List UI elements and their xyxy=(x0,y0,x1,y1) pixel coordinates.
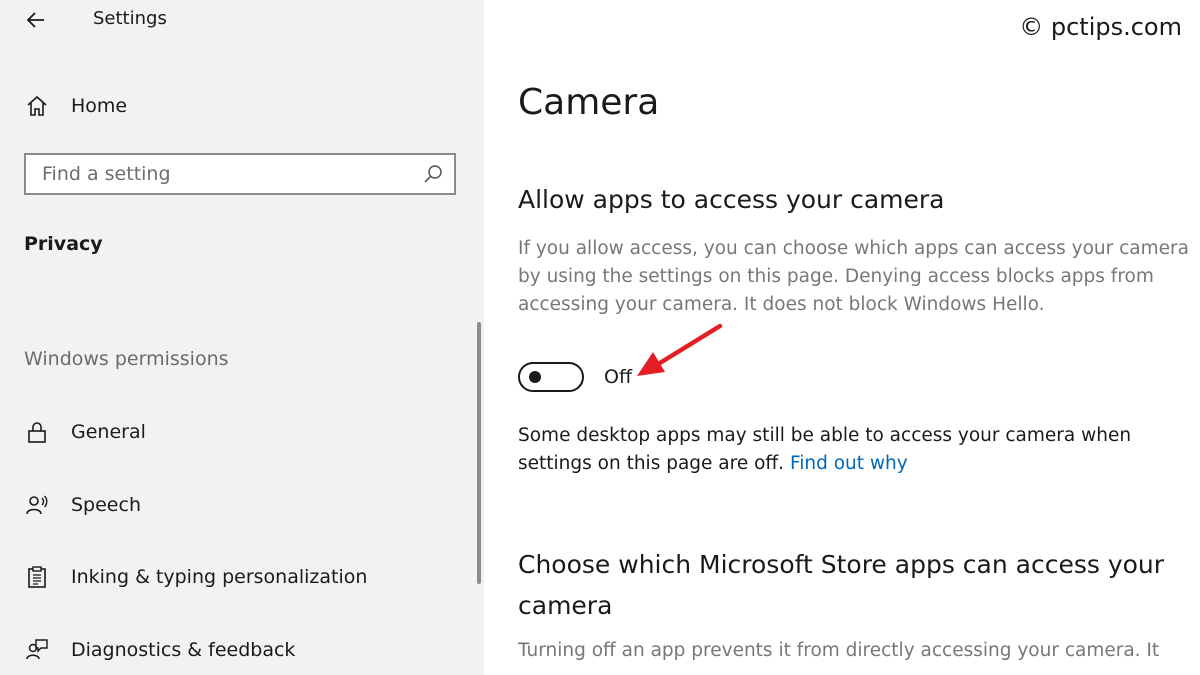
store-apps-heading: Choose which Microsoft Store apps can ac… xyxy=(518,550,1165,620)
clipboard-icon xyxy=(24,564,50,590)
sidebar-item-diagnostics[interactable]: Diagnostics & feedback xyxy=(0,628,470,672)
sidebar-item-general[interactable]: General xyxy=(0,410,470,454)
sidebar-item-label: Inking & typing personalization xyxy=(71,566,368,588)
allow-access-heading: Allow apps to access your camera xyxy=(518,185,945,214)
sidebar: Settings Home Privacy Windows permission… xyxy=(0,0,484,675)
sidebar-item-home[interactable]: Home xyxy=(0,84,470,128)
sidebar-item-label: Diagnostics & feedback xyxy=(71,639,296,661)
page-title: Camera xyxy=(518,82,660,123)
search-icon[interactable] xyxy=(422,163,444,185)
sidebar-scrollbar[interactable] xyxy=(477,322,481,584)
sidebar-item-label: General xyxy=(71,421,146,443)
red-arrow-annotation-icon xyxy=(637,323,723,376)
search-input[interactable] xyxy=(26,155,432,193)
window-title: Settings xyxy=(93,8,167,29)
group-heading: Windows permissions xyxy=(24,348,229,370)
sidebar-item-speech[interactable]: Speech xyxy=(0,483,470,527)
speech-icon xyxy=(24,492,50,518)
sidebar-item-label: Speech xyxy=(71,494,141,516)
toggle-knob xyxy=(529,371,541,383)
camera-access-toggle[interactable] xyxy=(518,362,584,392)
store-apps-description: Turning off an app prevents it from dire… xyxy=(518,640,1160,661)
sidebar-item-inking-typing[interactable]: Inking & typing personalization xyxy=(0,555,470,599)
lock-icon xyxy=(24,419,50,445)
allow-access-description: If you allow access, you can choose whic… xyxy=(518,238,1189,315)
find-out-why-link[interactable]: Find out why xyxy=(790,453,908,474)
search-box[interactable] xyxy=(24,153,456,195)
feedback-icon xyxy=(24,637,50,663)
section-title: Privacy xyxy=(24,233,103,255)
back-arrow-icon[interactable] xyxy=(22,6,50,34)
home-icon xyxy=(24,93,50,119)
watermark: © pctips.com xyxy=(1019,13,1182,41)
desktop-apps-note: Some desktop apps may still be able to a… xyxy=(518,422,1190,478)
sidebar-item-label: Home xyxy=(71,95,128,117)
